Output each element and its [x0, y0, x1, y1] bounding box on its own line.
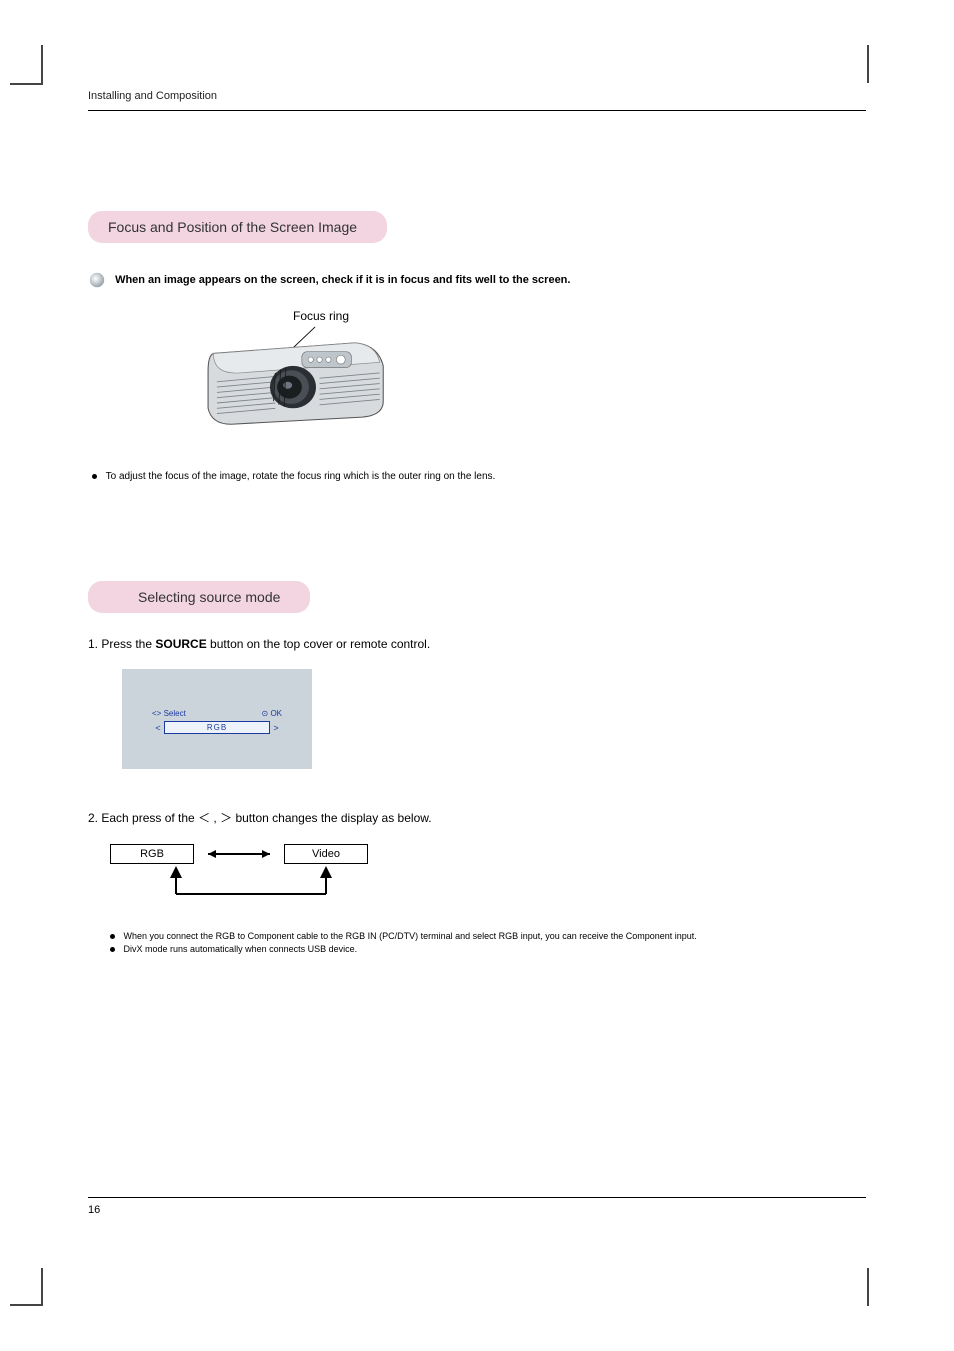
page: Installing and Composition Focus and Pos… — [0, 0, 954, 1351]
section-heading-focus: Focus and Position of the Screen Image — [88, 211, 387, 243]
flow-box-video: Video — [284, 844, 368, 864]
loop-arrow-icon — [156, 864, 346, 904]
content-area: Installing and Composition Focus and Pos… — [88, 90, 866, 1196]
note-1: When you connect the RGB to Component ca… — [110, 931, 866, 941]
osd-inner: <> Select ⊙ OK < RGB > — [152, 709, 282, 734]
note2-text: DivX mode runs automatically when connec… — [124, 944, 358, 954]
crop-mark — [41, 1268, 43, 1306]
crop-mark — [10, 1304, 43, 1306]
osd-right-arrow: > — [270, 723, 282, 733]
osd-select-label: <> Select — [152, 709, 186, 718]
notes-block: When you connect the RGB to Component ca… — [110, 931, 866, 954]
osd-top-row: <> Select ⊙ OK — [152, 709, 282, 718]
flow-box-rgb: RGB — [110, 844, 194, 864]
running-head: Installing and Composition — [88, 90, 866, 111]
focus-note-text: To adjust the focus of the image, rotate… — [106, 471, 496, 482]
step2-lt: ＜ — [198, 811, 210, 825]
step1-suffix: button on the top cover or remote contro… — [207, 637, 430, 651]
double-arrow-icon — [194, 844, 284, 864]
section-heading-source: Selecting source mode — [88, 581, 310, 613]
crop-mark — [867, 1268, 869, 1306]
focus-ring-label: Focus ring — [293, 309, 866, 323]
step1-bold: SOURCE — [155, 637, 206, 651]
bullet-icon — [92, 474, 97, 479]
bullet-icon — [88, 271, 106, 289]
page-number: 16 — [88, 1197, 866, 1216]
step-2: 2. Each press of the ＜ , ＞ button change… — [88, 809, 866, 826]
step2-comma: , — [210, 811, 220, 825]
focus-note: To adjust the focus of the image, rotate… — [92, 471, 866, 482]
osd-left-arrow: < — [152, 723, 164, 733]
step2-suffix: button changes the display as below. — [232, 811, 431, 825]
step-1: 1. Press the SOURCE button on the top co… — [88, 637, 866, 651]
osd-screenshot: <> Select ⊙ OK < RGB > — [122, 669, 312, 769]
note1-text: When you connect the RGB to Component ca… — [124, 931, 697, 941]
crop-mark — [41, 45, 43, 83]
step2-gt: ＞ — [220, 811, 232, 825]
osd-select-row: < RGB > — [152, 721, 282, 734]
note-2: DivX mode runs automatically when connec… — [110, 944, 866, 954]
crop-mark — [867, 45, 869, 83]
step2-prefix: 2. Each press of the — [88, 811, 198, 825]
intro-text: When an image appears on the screen, che… — [115, 274, 570, 286]
step1-prefix: 1. Press the — [88, 637, 155, 651]
osd-value: RGB — [164, 721, 270, 734]
bullet-icon — [110, 947, 115, 952]
bullet-icon — [110, 934, 115, 939]
intro-line: When an image appears on the screen, che… — [88, 271, 866, 289]
crop-mark — [10, 83, 43, 85]
source-flow-diagram: RGB Video — [110, 844, 866, 909]
projector-illustration — [178, 325, 866, 435]
osd-ok-label: ⊙ OK — [262, 709, 283, 718]
